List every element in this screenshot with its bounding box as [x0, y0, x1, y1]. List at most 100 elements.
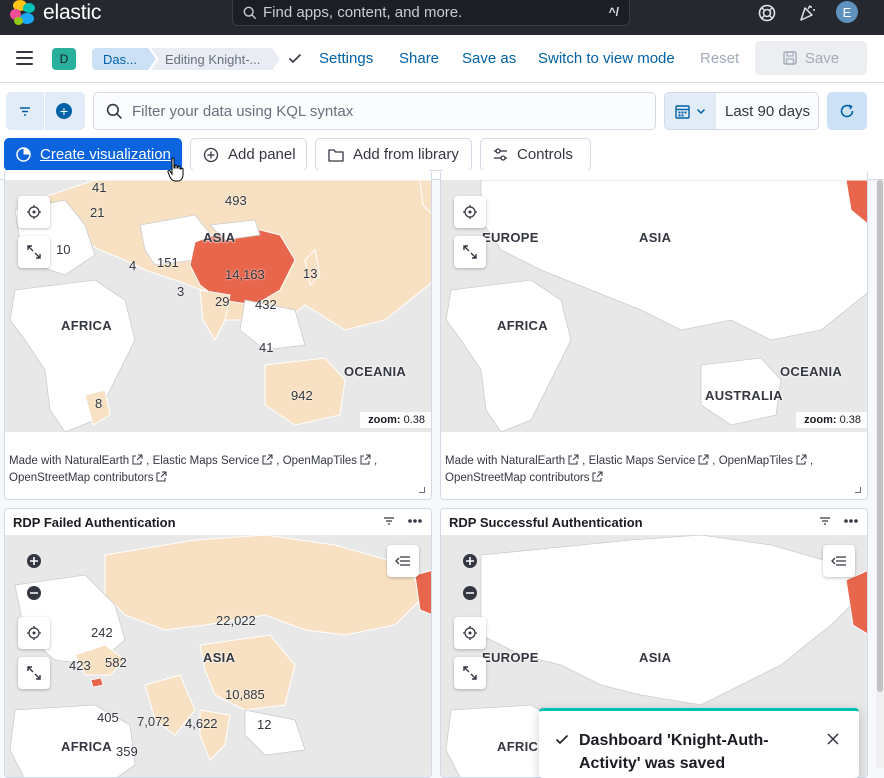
target-icon [27, 626, 41, 640]
reset-link[interactable]: Reset [700, 50, 739, 67]
save-label: Save [804, 49, 840, 67]
openmaptiles-link[interactable]: OpenMapTiles [719, 455, 793, 467]
map-count-label: 4 [129, 258, 137, 273]
refresh-icon [840, 104, 854, 118]
map-count-label: 242 [91, 625, 113, 640]
expand-icon [27, 666, 41, 680]
controls-icon [494, 148, 507, 161]
zoom-out-icon [463, 586, 477, 600]
help-icon[interactable] [756, 2, 778, 24]
user-avatar[interactable]: E [836, 1, 858, 23]
osm-link[interactable]: OpenStreetMap contributors [9, 472, 153, 484]
map-canvas[interactable]: 493 41 21 10 4 151 14,163 13 3 29 432 8 … [5, 180, 431, 432]
breadcrumb-current: Editing Knight-... [151, 48, 280, 70]
map-region-label: ASIA [639, 650, 672, 665]
zoom-value: 0.38 [839, 414, 861, 426]
filter-icon[interactable] [383, 515, 395, 527]
zoom-in-icon [463, 554, 477, 568]
map-count-label: 41 [92, 180, 107, 195]
fit-to-data-button[interactable] [454, 196, 486, 228]
fit-to-data-button[interactable] [454, 617, 486, 649]
map-panel-top-right[interactable]: EUROPE ASIA AFRICA OCEANIA AUSTRALIA zoo… [440, 170, 868, 500]
panel-title: RDP Successful Authentication [449, 515, 643, 530]
rdp-failed-auth-panel[interactable]: RDP Failed Authentication 22,022 242 423… [4, 508, 432, 778]
map-count-label: 423 [69, 658, 91, 673]
ems-link[interactable]: Elastic Maps Service [153, 455, 260, 467]
panel-title: RDP Failed Authentication [13, 515, 176, 530]
naturalearth-link[interactable]: Made with NaturalEarth [445, 455, 565, 467]
map-count-label: 10,885 [225, 687, 265, 702]
osm-link[interactable]: OpenStreetMap contributors [445, 472, 589, 484]
naturalearth-link[interactable]: Made with NaturalEarth [9, 455, 129, 467]
fit-to-data-button[interactable] [18, 617, 50, 649]
space-avatar[interactable]: D [52, 48, 76, 70]
panel-resize-handle[interactable] [419, 487, 425, 493]
check-icon[interactable] [288, 51, 302, 65]
filter-icon[interactable] [819, 515, 831, 527]
external-link-icon [156, 471, 167, 482]
fit-to-data-button[interactable] [18, 196, 50, 228]
menu-icon[interactable] [16, 51, 33, 65]
map-canvas[interactable]: 22,022 242 423 582 10,885 405 7,072 4,62… [5, 535, 431, 777]
breadcrumb-dashboards[interactable]: Das... [92, 48, 156, 70]
ems-link[interactable]: Elastic Maps Service [589, 455, 696, 467]
layer-control-button[interactable] [823, 545, 855, 577]
zoom-value: 0.38 [403, 414, 425, 426]
map-region-label: ASIA [203, 650, 236, 665]
map-panel-top-left[interactable]: 493 41 21 10 4 151 14,163 13 3 29 432 8 … [4, 170, 432, 500]
date-range-label[interactable]: Last 90 days [725, 103, 810, 120]
page-scrollbar[interactable] [876, 180, 884, 768]
zoom-out-button[interactable] [18, 577, 50, 609]
add-panel-label: Add panel [228, 146, 296, 163]
zoom-in-button[interactable] [18, 545, 50, 577]
add-panel-button[interactable]: Add panel [190, 138, 307, 171]
panel-resize-handle[interactable] [855, 487, 861, 493]
scrollbar-thumb[interactable] [877, 180, 883, 692]
share-link[interactable]: Share [399, 50, 439, 67]
elastic-logo-icon [10, 0, 36, 26]
news-feed-icon[interactable] [796, 2, 818, 24]
map-count-label: 10 [56, 242, 71, 257]
controls-button[interactable]: Controls [480, 138, 591, 171]
refresh-button[interactable] [827, 92, 867, 130]
fullscreen-button[interactable] [18, 657, 50, 689]
map-region-label: EUROPE [482, 650, 539, 665]
zoom-in-button[interactable] [454, 545, 486, 577]
fullscreen-button[interactable] [454, 236, 486, 268]
create-visualization-button[interactable]: Create visualization [4, 138, 182, 171]
settings-link[interactable]: Settings [319, 50, 373, 67]
panel-options-icon[interactable] [407, 515, 423, 527]
filter-menu-icon[interactable] [18, 104, 32, 118]
map-count-label: 41 [259, 340, 274, 355]
kql-search-input[interactable]: Filter your data using KQL syntax [93, 92, 656, 130]
map-count-label: 493 [225, 193, 247, 208]
map-count-label: 405 [97, 710, 119, 725]
elastic-logo[interactable]: elastic [10, 0, 101, 26]
panel-actions [819, 515, 859, 527]
fullscreen-button[interactable] [18, 236, 50, 268]
query-bar: + Filter your data using KQL syntax Last… [0, 83, 884, 180]
close-icon[interactable] [827, 733, 839, 745]
chevron-down-icon [696, 108, 706, 115]
quick-date-menu-button[interactable] [665, 93, 716, 129]
switch-to-view-mode-link[interactable]: Switch to view mode [538, 50, 675, 67]
map-canvas[interactable]: EUROPE ASIA AFRICA OCEANIA AUSTRALIA zoo… [441, 180, 867, 432]
save-as-link[interactable]: Save as [462, 50, 516, 67]
expand-icon [463, 666, 477, 680]
app-nav-bar: D Das... Editing Knight-... Settings Sha… [0, 35, 884, 83]
save-button[interactable]: Save [755, 41, 867, 75]
panel-options-icon[interactable] [843, 515, 859, 527]
map-count-label: 7,072 [137, 714, 170, 729]
global-search-input[interactable]: Find apps, content, and more. ^/ [232, 0, 630, 26]
map-count-label: 3 [177, 284, 185, 299]
layer-control-button[interactable] [387, 545, 419, 577]
search-shortcut: ^/ [608, 5, 619, 19]
map-count-label: 582 [105, 655, 127, 670]
add-filter-icon[interactable]: + [56, 103, 72, 119]
add-from-library-button[interactable]: Add from library [315, 138, 472, 171]
fullscreen-button[interactable] [454, 657, 486, 689]
openmaptiles-link[interactable]: OpenMapTiles [283, 455, 357, 467]
save-icon [783, 51, 797, 65]
zoom-out-button[interactable] [454, 577, 486, 609]
external-link-icon [698, 454, 709, 465]
